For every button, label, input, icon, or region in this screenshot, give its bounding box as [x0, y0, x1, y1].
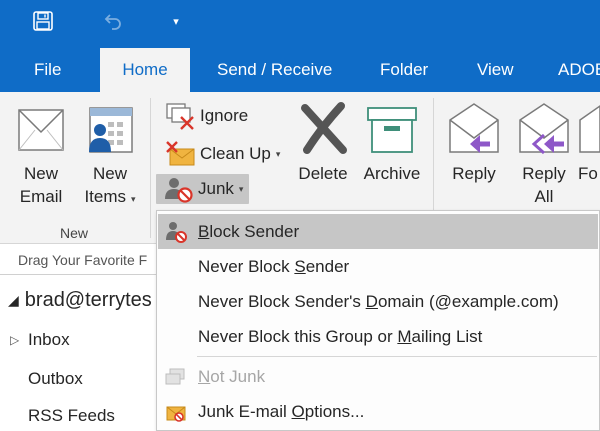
ignore-label: Ignore	[200, 106, 249, 125]
ignore-button[interactable]: Ignore	[164, 101, 248, 131]
menu-item-junk-email-options[interactable]: Junk E-mail Options...	[158, 394, 598, 429]
new-items-label-1: New	[92, 164, 127, 183]
archive-button[interactable]: Archive	[360, 100, 424, 185]
ignore-icon	[166, 103, 194, 130]
reply-all-label-1: Reply	[522, 164, 566, 183]
archive-label: Archive	[363, 164, 421, 183]
menu-item-label: Never Block Sender	[198, 256, 350, 276]
new-items-button[interactable]: New Items ▾	[78, 100, 142, 211]
junk-label: Junk	[198, 179, 234, 198]
new-email-label-1: New	[23, 164, 58, 183]
collapse-chevron-icon[interactable]: ◢	[8, 292, 19, 309]
forward-icon	[579, 105, 600, 153]
folder-rss-feeds[interactable]: RSS Feeds	[28, 406, 115, 426]
clean-up-label: Clean Up	[200, 144, 271, 163]
delete-button[interactable]: Delete	[294, 100, 352, 185]
tab-send-receive[interactable]: Send / Receive	[217, 48, 332, 92]
menu-item-block-sender[interactable]: Block Sender	[158, 214, 598, 249]
clean-up-button[interactable]: Clean Up ▾	[164, 139, 280, 169]
new-email-button[interactable]: New Email	[10, 100, 72, 208]
customize-toolbar-icon[interactable]: ▾	[168, 9, 184, 33]
menu-item-not-junk: Not Junk	[158, 359, 598, 394]
block-sender-icon	[166, 222, 187, 243]
menu-item-label: Junk E-mail Options...	[198, 401, 365, 421]
undo-icon[interactable]	[102, 9, 124, 33]
menu-separator	[197, 356, 597, 357]
junk-icon	[165, 178, 193, 203]
tab-file[interactable]: File	[34, 48, 61, 92]
folder-pane: Drag Your Favorite F ◢ brad@terrytes ▷ I…	[0, 245, 160, 431]
tab-view[interactable]: View	[477, 48, 514, 92]
expand-inbox-icon[interactable]: ▷	[10, 333, 19, 347]
reply-all-icon	[519, 103, 569, 155]
menu-item-label: Block Sender	[198, 221, 300, 241]
menu-item-label: Not Junk	[198, 366, 266, 386]
clean-up-icon	[166, 141, 195, 166]
group-separator	[150, 98, 151, 238]
account-header[interactable]: ◢ brad@terrytes	[8, 289, 152, 312]
envelope-icon	[18, 109, 64, 151]
account-name: brad@terrytes	[24, 289, 152, 311]
reply-all-button[interactable]: Reply All	[514, 100, 574, 208]
junk-dropdown-menu: Block Sender Never Block Sender Never Bl…	[156, 210, 600, 431]
new-items-caret: ▾	[131, 194, 136, 204]
folder-inbox[interactable]: Inbox	[28, 330, 70, 350]
reply-button[interactable]: Reply	[444, 100, 504, 185]
menu-item-label: Never Block this Group or Mailing List	[198, 326, 483, 346]
reply-label: Reply	[452, 164, 496, 183]
menu-item-never-block-sender[interactable]: Never Block Sender	[158, 249, 598, 284]
menu-item-never-block-group[interactable]: Never Block this Group or Mailing List	[158, 319, 598, 354]
tab-folder[interactable]: Folder	[380, 48, 428, 92]
junk-options-icon	[166, 406, 186, 422]
junk-button[interactable]: Junk ▾	[156, 174, 250, 204]
delete-icon	[301, 102, 347, 154]
new-email-label-2: Email	[19, 187, 63, 206]
tab-adobe[interactable]: ADOB	[558, 48, 600, 92]
ribbon-tabs: File Home Send / Receive Folder View ADO…	[0, 48, 600, 92]
not-junk-icon	[165, 368, 185, 385]
delete-label: Delete	[298, 164, 348, 183]
folder-outbox[interactable]: Outbox	[28, 369, 83, 389]
archive-icon	[367, 107, 417, 153]
favorites-drop-zone[interactable]: Drag Your Favorite F	[0, 245, 160, 275]
menu-item-never-block-domain[interactable]: Never Block Sender's Domain (@example.co…	[158, 284, 598, 319]
save-icon[interactable]	[32, 9, 54, 33]
forward-button[interactable]: Fo	[578, 100, 600, 185]
reply-icon	[449, 103, 499, 153]
menu-item-label: Never Block Sender's Domain (@example.co…	[198, 291, 559, 311]
new-items-label-2: Items	[84, 187, 127, 206]
clean-up-caret: ▾	[275, 148, 281, 159]
forward-label: Fo	[578, 164, 598, 183]
junk-caret: ▾	[238, 183, 244, 194]
group-label-new: New	[60, 225, 89, 241]
title-bar: ▾	[0, 0, 600, 48]
tab-home[interactable]: Home	[100, 48, 190, 92]
reply-all-label-2: All	[534, 187, 554, 206]
new-items-icon	[89, 107, 133, 153]
